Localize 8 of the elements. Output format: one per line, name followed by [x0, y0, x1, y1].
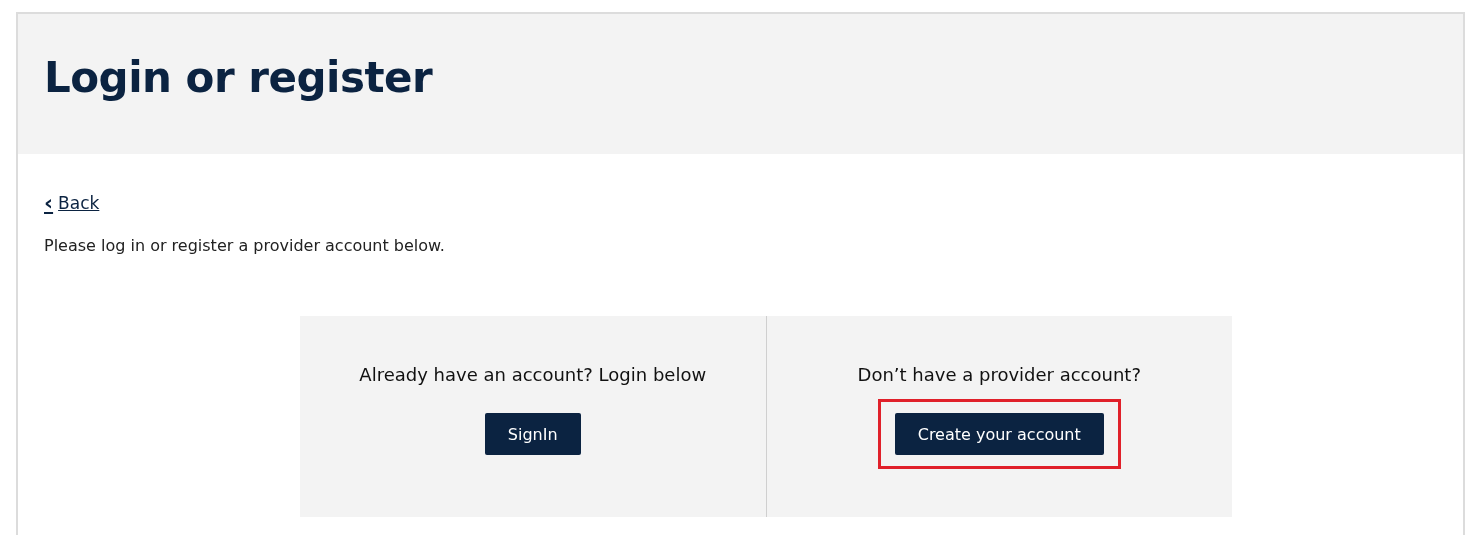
- sign-in-button[interactable]: SignIn: [484, 413, 581, 455]
- back-link[interactable]: ‹ Back: [44, 192, 100, 214]
- intro-text: Please log in or register a provider account below.: [44, 236, 446, 255]
- panel-heading: Don’t have a provider account?: [857, 364, 1141, 385]
- page-title: Login or register: [44, 52, 433, 102]
- panel-heading: Already have an account? Login below: [359, 364, 707, 385]
- create-account-button[interactable]: Create your account: [894, 413, 1104, 455]
- chevron-left-icon: ‹: [44, 192, 54, 214]
